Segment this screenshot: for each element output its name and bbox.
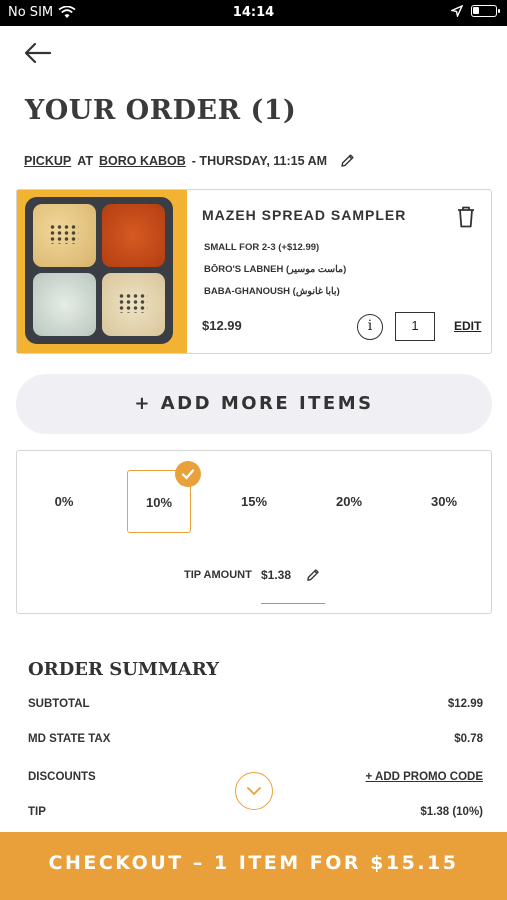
order-item-card: MAZEH SPREAD SAMPLER SMALL FOR 2-3 (+$12… [16,189,492,354]
item-modifier: BŌRO'S LABNEH (ماست موسير) [204,264,347,275]
pickup-info: PICKUP AT BORO KABOB - THURSDAY, 11:15 A… [24,152,356,169]
item-price: $12.99 [202,318,242,333]
page-title: YOUR ORDER (1) [25,95,297,126]
tax-row: MD STATE TAX $0.78 [28,733,483,745]
back-arrow-icon[interactable] [22,40,54,66]
tip-option-0[interactable]: 0% [32,470,96,533]
tip-input-underline [261,603,325,604]
edit-item-link[interactable]: EDIT [454,319,481,333]
selected-check-icon [175,461,201,487]
status-bar: No SIM 14:14 [0,0,507,26]
tax-label: MD STATE TAX [28,733,111,745]
info-icon[interactable]: i [357,314,383,340]
tip-selector: 0% 10% 15% 20% 30% TIP AMOUNT $1.38 [16,450,492,614]
tax-value: $0.78 [454,733,483,745]
item-modifier: SMALL FOR 2-3 (+$12.99) [204,242,320,253]
tip-option-15[interactable]: 15% [222,470,286,533]
item-modifier: BABA-GHANOUSH (بابا غانوش) [204,286,340,297]
pickup-at-label: AT [77,153,93,168]
subtotal-row: SUBTOTAL $12.99 [28,698,483,710]
subtotal-label: SUBTOTAL [28,698,90,710]
pickup-location-link[interactable]: BORO KABOB [99,154,186,168]
quantity-field[interactable]: 1 [395,312,435,341]
discounts-label: DISCOUNTS [28,771,96,783]
edit-pickup-pencil-icon[interactable] [339,152,356,169]
tip-amount-value: $1.38 [261,568,292,582]
tip-option-20[interactable]: 20% [317,470,381,533]
trash-icon[interactable] [455,205,477,229]
chevron-down-icon[interactable] [235,772,273,810]
edit-tip-pencil-icon[interactable] [305,567,321,583]
add-more-items-button[interactable]: + ADD MORE ITEMS [16,374,492,434]
pickup-time: - THURSDAY, 11:15 AM [191,153,328,168]
clock: 14:14 [232,5,275,20]
tip-summary-value: $1.38 (10%) [420,806,483,818]
battery-icon [471,5,500,17]
pickup-mode-link[interactable]: PICKUP [24,154,71,168]
tip-option-30[interactable]: 30% [412,470,476,533]
checkout-button[interactable]: CHECKOUT – 1 ITEM FOR $15.15 [0,832,507,900]
add-promo-code-link[interactable]: + ADD PROMO CODE [366,771,483,783]
location-arrow-icon [451,5,463,17]
tip-amount-label: TIP AMOUNT [184,569,252,581]
tip-summary-label: TIP [28,806,46,818]
item-image [17,190,187,353]
order-summary-title: ORDER SUMMARY [28,659,219,680]
item-name: MAZEH SPREAD SAMPLER [202,207,407,223]
subtotal-value: $12.99 [447,698,483,710]
